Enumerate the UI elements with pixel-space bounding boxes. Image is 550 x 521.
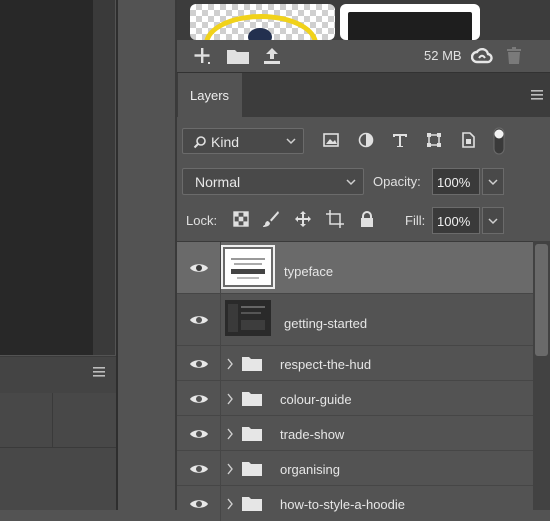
chevron-right-icon[interactable] <box>226 357 234 371</box>
document-canvas[interactable] <box>0 0 93 355</box>
lock-position-icon[interactable] <box>294 210 312 228</box>
filter-kind-label: Kind <box>211 134 240 150</box>
chevron-down-icon <box>488 179 498 186</box>
left-panel-menu-icon[interactable] <box>92 366 106 378</box>
opacity-value: 100% <box>437 175 471 190</box>
folder-icon <box>242 357 262 371</box>
chevron-down-icon <box>488 218 498 225</box>
opacity-label: Opacity: <box>373 174 421 189</box>
panel-menu-icon[interactable] <box>530 89 544 101</box>
chevron-right-icon[interactable] <box>226 392 234 406</box>
fill-slider-toggle[interactable] <box>482 207 504 234</box>
blend-mode-value: Normal <box>195 174 241 190</box>
visibility-toggle[interactable] <box>177 451 221 485</box>
layer-name: typeface <box>284 264 334 279</box>
chevron-right-icon[interactable] <box>226 462 234 476</box>
eye-icon <box>190 395 208 403</box>
tab-layers-label: Layers <box>190 88 230 103</box>
panel-divider[interactable] <box>116 0 118 510</box>
layer-row-trade-show[interactable]: trade-show <box>177 416 533 451</box>
search-icon <box>193 136 206 149</box>
layers-list: typeface getting-started respect-the-hud <box>177 241 533 521</box>
folder-icon[interactable] <box>226 47 250 65</box>
library-thumbnail-logo[interactable] <box>190 4 335 40</box>
visibility-toggle[interactable] <box>177 294 221 345</box>
trash-icon[interactable] <box>506 47 522 65</box>
chevron-down-icon <box>346 179 356 186</box>
layer-thumbnail <box>221 245 275 289</box>
visibility-toggle[interactable] <box>177 486 221 521</box>
smart-object-filter-icon[interactable] <box>459 131 477 149</box>
visibility-toggle[interactable] <box>177 416 221 450</box>
layer-row-colour-guide[interactable]: colour-guide <box>177 381 533 416</box>
eye-icon <box>190 316 208 324</box>
layer-name: trade-show <box>280 427 345 442</box>
folder-icon <box>242 392 262 406</box>
lock-label: Lock: <box>186 213 218 228</box>
opacity-input[interactable]: 100% <box>432 168 480 195</box>
lock-artboard-icon[interactable] <box>326 210 344 228</box>
creative-cloud-icon[interactable] <box>471 46 493 66</box>
canvas-margin <box>93 0 115 355</box>
blend-mode-select[interactable]: Normal <box>182 168 364 195</box>
opacity-slider-toggle[interactable] <box>482 168 504 195</box>
upload-icon[interactable] <box>262 46 282 66</box>
eye-icon <box>190 500 208 508</box>
lock-all-icon[interactable] <box>358 210 376 228</box>
layer-row-typeface[interactable]: typeface <box>177 242 533 294</box>
visibility-toggle[interactable] <box>177 242 221 293</box>
eye-icon <box>190 430 208 438</box>
folder-icon <box>242 497 262 511</box>
adjustment-filter-icon[interactable] <box>357 131 375 149</box>
chevron-down-icon <box>286 138 296 145</box>
library-thumbnail-dark[interactable] <box>340 4 480 40</box>
layer-name: getting-started <box>284 316 368 331</box>
left-panel-grid <box>0 393 116 510</box>
lock-paint-icon[interactable] <box>262 210 280 228</box>
layer-name: colour-guide <box>280 392 352 407</box>
eye-icon <box>190 465 208 473</box>
layer-row-respect-the-hud[interactable]: respect-the-hud <box>177 346 533 381</box>
library-memory-size: 52 MB <box>424 48 462 63</box>
tab-layers[interactable]: Layers <box>178 73 242 117</box>
folder-icon <box>242 427 262 441</box>
layer-row-organising[interactable]: organising <box>177 451 533 486</box>
folder-icon <box>242 462 262 476</box>
shape-filter-icon[interactable] <box>425 131 443 149</box>
type-filter-icon[interactable] <box>391 131 409 149</box>
fill-input[interactable]: 100% <box>432 207 480 234</box>
layer-name: organising <box>280 462 340 477</box>
layer-thumbnail <box>225 300 271 336</box>
fill-value: 100% <box>437 214 471 229</box>
chevron-right-icon[interactable] <box>226 497 234 511</box>
lock-transparency-icon[interactable] <box>232 210 250 228</box>
add-icon[interactable] <box>192 46 212 66</box>
filter-toggle-icon[interactable] <box>492 126 506 156</box>
layers-scrollbar-thumb[interactable] <box>535 244 548 356</box>
visibility-toggle[interactable] <box>177 381 221 415</box>
visibility-toggle[interactable] <box>177 346 221 380</box>
layer-name: respect-the-hud <box>280 357 372 372</box>
eye-icon <box>190 264 208 272</box>
layer-row-getting-started[interactable]: getting-started <box>177 294 533 346</box>
layer-row-how-to-style-a-hoodie[interactable]: how-to-style-a-hoodie <box>177 486 533 521</box>
filter-kind-select[interactable]: Kind <box>182 128 304 154</box>
eye-icon <box>190 360 208 368</box>
image-filter-icon[interactable] <box>322 131 340 149</box>
chevron-right-icon[interactable] <box>226 427 234 441</box>
fill-label: Fill: <box>405 213 426 228</box>
